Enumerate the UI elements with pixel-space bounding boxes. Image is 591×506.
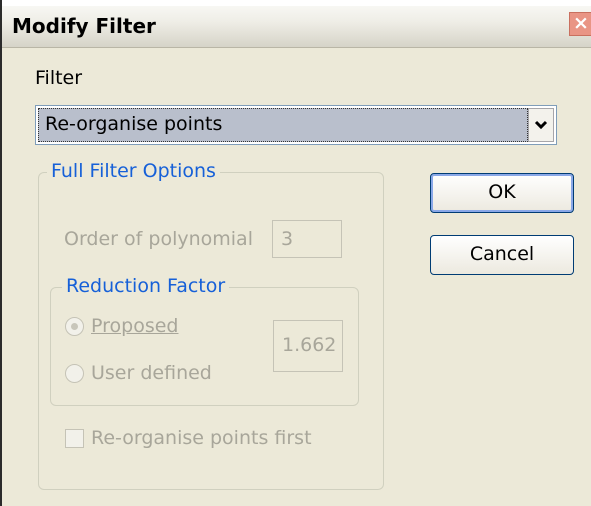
user-defined-radio[interactable] [65, 364, 84, 383]
reorganise-points-first-label: Re-organise points first [91, 427, 312, 449]
reduction-factor-legend: Reduction Factor [62, 275, 230, 297]
filter-dropdown[interactable]: Re-organise points [35, 105, 557, 145]
reduction-factor-value-field[interactable]: 1.662 [273, 320, 343, 372]
proposed-radio[interactable] [65, 317, 84, 336]
user-defined-label: User defined [91, 362, 212, 384]
title-bar-top-gap [2, 0, 591, 6]
close-button[interactable]: × [569, 12, 591, 36]
cancel-button[interactable]: Cancel [430, 235, 574, 275]
filter-label: Filter [35, 67, 83, 89]
radio-selected-dot [71, 323, 78, 330]
order-of-polynomial-label: Order of polynomial [64, 228, 253, 250]
reorganise-points-first-checkbox[interactable] [65, 429, 84, 448]
modify-filter-dialog: Modify Filter × Filter Re-organise point… [0, 0, 591, 506]
ok-button[interactable]: OK [430, 173, 574, 213]
filter-selected-value: Re-organise points [38, 108, 528, 142]
order-of-polynomial-field[interactable]: 3 [272, 220, 342, 258]
close-icon: × [573, 12, 589, 34]
dialog-title: Modify Filter [12, 14, 156, 38]
full-filter-options-legend: Full Filter Options [47, 160, 220, 182]
dropdown-button[interactable] [528, 108, 554, 142]
proposed-label: Proposed [91, 315, 178, 337]
title-bar[interactable]: Modify Filter × [2, 0, 591, 48]
proposed-accesskey: Proposed [91, 315, 179, 337]
chevron-down-icon [534, 120, 548, 130]
